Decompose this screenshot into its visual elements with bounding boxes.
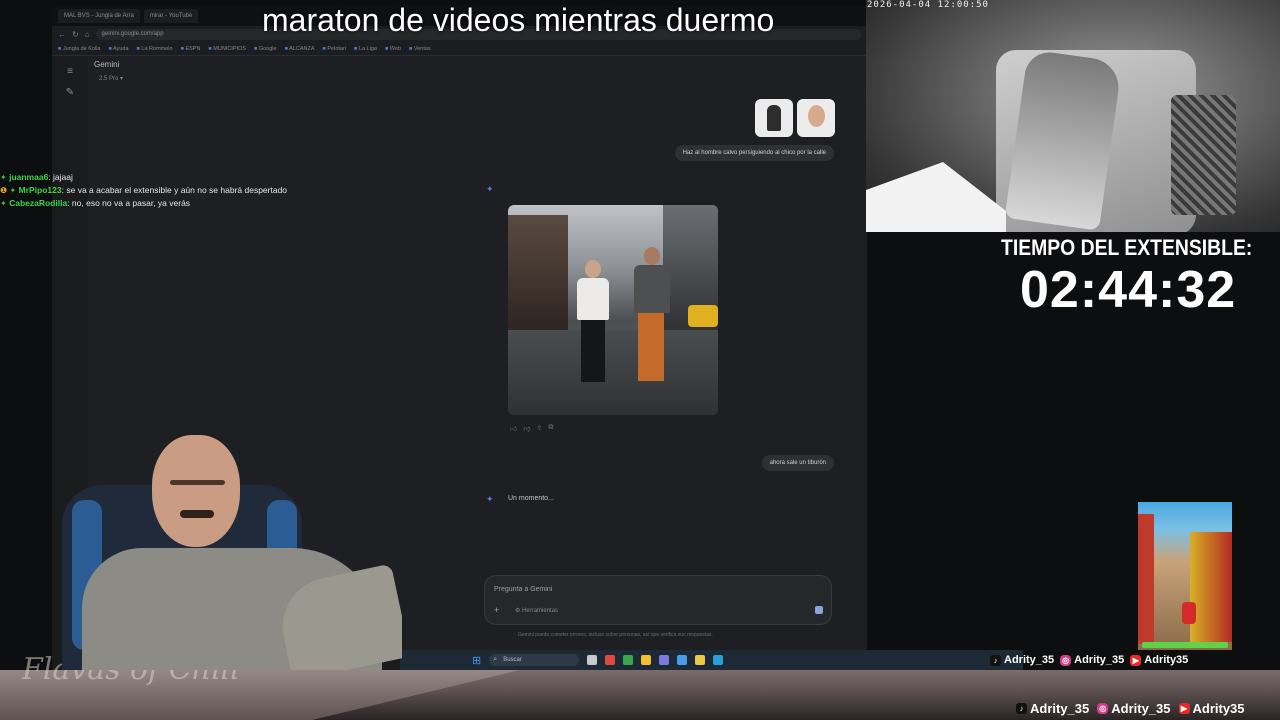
social-handle: ♪ Adrity_35 <box>990 654 1054 666</box>
share-icon[interactable]: ⇪ <box>536 424 542 433</box>
tiktok-icon: ♪ <box>990 654 1001 666</box>
social-handle: ▶ Adrity35 <box>1178 701 1245 716</box>
youtube-icon: ▶ <box>1178 703 1190 714</box>
bookmark-item[interactable]: La Liga <box>354 46 377 52</box>
chat-badge-icon: ✦ <box>0 173 7 182</box>
chat-text: no, eso no va a pasar, ya verás <box>71 198 191 208</box>
taskbar-app-icon[interactable] <box>713 655 724 665</box>
bookmark-item[interactable]: ESPN <box>181 46 200 52</box>
prompt-box[interactable]: Pregunta a Gemini + Herramientas <box>484 575 832 625</box>
chat-badge-icon: ✦ <box>9 186 17 195</box>
camera-timestamp: 2026-04-04 12:00:50 <box>867 0 989 10</box>
taskbar-app-icon[interactable] <box>659 655 670 665</box>
copy-icon[interactable]: ⧉ <box>548 424 553 433</box>
gemini-spark-icon: ✦ <box>486 184 494 194</box>
attachment-thumbnail[interactable] <box>797 99 835 137</box>
taskbar-app-icon[interactable] <box>605 655 616 665</box>
prompt-input[interactable]: Pregunta a Gemini <box>494 586 552 593</box>
response-actions: 👍︎ 👎︎ ⇪ ⧉ <box>510 424 553 433</box>
timer-label: TIEMPO DEL EXTENSIBLE: <box>1001 235 1253 260</box>
bookmark-item[interactable]: ALCANZA <box>285 46 314 52</box>
windows-start-icon[interactable]: ⊞ <box>472 654 481 667</box>
disclaimer-text: Gemini puede cometer errores, incluso so… <box>518 632 713 638</box>
social-handles-bottom: ♪ Adrity_35 ◎ Adrity_35 ▶ Adrity35 <box>1016 701 1245 716</box>
bookmark-item[interactable]: Pelotari <box>323 46 346 52</box>
browser-tab[interactable]: mirar - YouTube <box>143 9 199 23</box>
back-icon[interactable]: ← <box>58 30 66 39</box>
taskbar-app-icon[interactable] <box>623 655 634 665</box>
gemini-spark-icon: ✦ <box>486 494 494 504</box>
chat-message: ✦ CabezaRodilla: no, eso no va a pasar, … <box>0 198 191 208</box>
bookmark-item[interactable]: Ventas <box>409 46 431 52</box>
chat-text: jajaaj <box>53 172 73 182</box>
streamer-facecam <box>52 430 402 670</box>
reload-icon[interactable]: ↻ <box>72 30 79 39</box>
tiktok-icon: ♪ <box>1016 703 1027 714</box>
bookmark-item[interactable]: Google <box>254 46 277 52</box>
timer-value: 02:44:32 <box>1020 261 1237 319</box>
taskbar-app-icon[interactable] <box>695 655 706 665</box>
stream-title: maraton de videos mientras duermo <box>262 2 775 38</box>
bookmark-item[interactable]: MUNICIPIOS <box>208 46 246 52</box>
chat-username: CabezaRodilla <box>9 198 68 208</box>
bookmark-item[interactable]: Web <box>385 46 401 52</box>
send-icon[interactable] <box>815 606 823 614</box>
taskbar-search[interactable]: Buscar <box>489 654 580 666</box>
new-chat-icon[interactable]: ✎ <box>52 87 88 98</box>
social-handle: ◎ Adrity_35 <box>1097 701 1171 716</box>
taskbar-app-icon[interactable] <box>641 655 652 665</box>
add-icon[interactable]: + <box>494 605 499 615</box>
social-handles-top: ♪ Adrity_35 ◎ Adrity_35 ▶ Adrity35 <box>990 654 1188 666</box>
tools-button[interactable]: Herramientas <box>515 607 558 614</box>
chat-message: ❶ ✦ MrPipo123: se va a acabar el extensi… <box>0 185 288 195</box>
thinking-indicator: Un momento... <box>508 495 554 502</box>
runner-game-feed <box>1138 502 1232 650</box>
chat-text: se va a acabar el extensible y aún no se… <box>66 185 288 195</box>
bookmark-item[interactable]: Ayuda <box>108 46 129 52</box>
user-message: Haz al hombre calvo persiguiendo al chic… <box>674 145 834 161</box>
generated-image[interactable] <box>508 205 718 415</box>
thumbs-up-icon[interactable]: 👍︎ <box>510 424 517 433</box>
browser-tab[interactable]: MAL BVS - Jungla de Arra <box>58 9 140 23</box>
model-selector[interactable]: 2.5 Pro ▾ <box>99 75 123 82</box>
bookmarks-bar: Jungla de Kolla Ayuda La Rommelo ESPN MU… <box>52 42 867 56</box>
attachment-thumbnail[interactable] <box>755 99 793 137</box>
bookmark-item[interactable]: La Rommelo <box>137 46 172 52</box>
chat-username: MrPipo123 <box>18 185 62 195</box>
instagram-icon: ◎ <box>1060 654 1072 666</box>
user-message: ahora sale un tiburón <box>761 455 834 471</box>
youtube-icon: ▶ <box>1130 654 1142 666</box>
windows-taskbar: ⊞ Buscar <box>400 650 1023 670</box>
chat-badge-icon: ✦ <box>0 199 7 208</box>
social-handle: ◎ Adrity_35 <box>1060 654 1125 666</box>
attachment-thumbnails <box>755 99 835 137</box>
chat-overlay: ✦ juanmaa6: jajaaj ❶ ✦ MrPipo123: se va … <box>0 171 420 210</box>
app-title: Gemini <box>94 60 120 69</box>
model-label: 2.5 Pro <box>99 76 119 82</box>
stream-frame: MAL BVS - Jungla de Arra mirar - YouTube… <box>0 0 1280 720</box>
chat-message: ✦ juanmaa6: jajaaj <box>0 172 73 182</box>
thumbs-down-icon[interactable]: 👎︎ <box>523 424 530 433</box>
warning-badge-icon: ❶ <box>0 186 8 195</box>
social-handle: ♪ Adrity_35 <box>1016 701 1089 716</box>
bookmark-item[interactable]: Jungla de Kolla <box>58 46 101 52</box>
social-handle: ▶ Adrity35 <box>1130 654 1188 666</box>
home-icon[interactable]: ⌂ <box>85 30 90 39</box>
chat-username: juanmaa6 <box>9 172 49 182</box>
bedroom-camera-feed <box>866 0 1280 232</box>
instagram-icon: ◎ <box>1097 703 1109 714</box>
menu-icon[interactable]: ≡ <box>52 66 88 77</box>
taskbar-app-icon[interactable] <box>587 655 598 665</box>
taskbar-app-icon[interactable] <box>677 655 688 665</box>
